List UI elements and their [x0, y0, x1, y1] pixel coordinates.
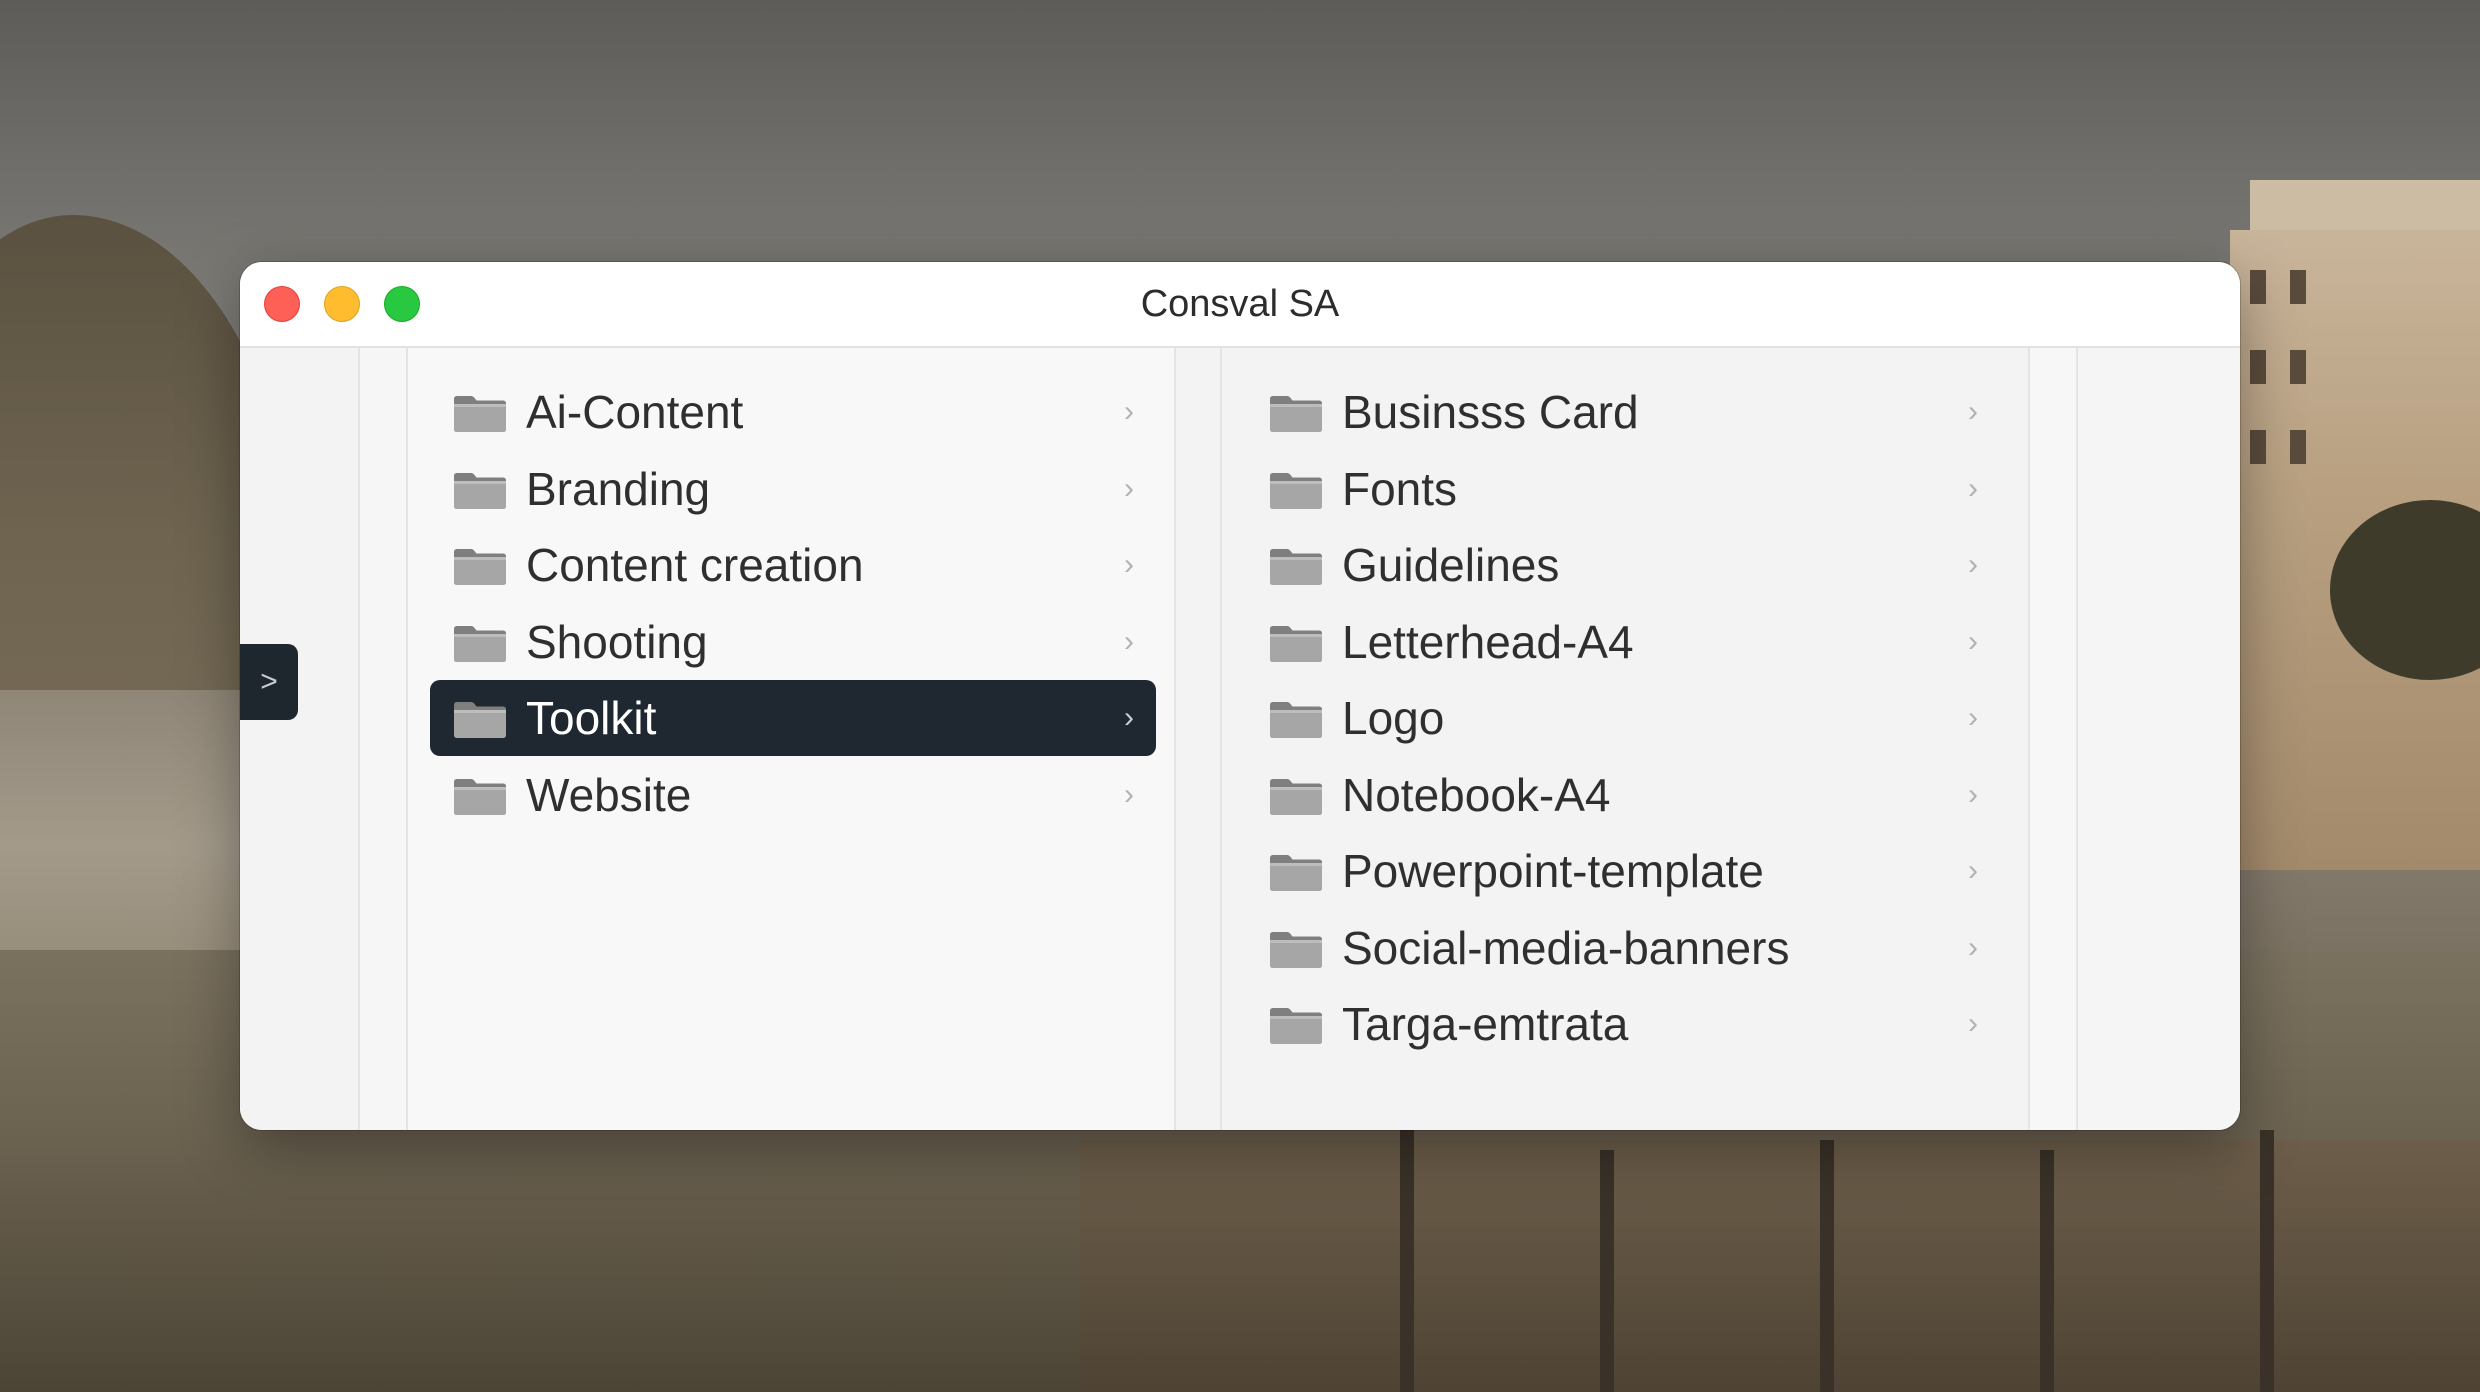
- wallpaper-pier-post: [2260, 1130, 2274, 1392]
- chevron-right-icon: ›: [1124, 777, 1134, 811]
- folder-row[interactable]: Social-media-banners ›: [1246, 910, 2000, 986]
- folder-row[interactable]: Fonts ›: [1246, 451, 2000, 527]
- folder-row[interactable]: Logo ›: [1246, 680, 2000, 756]
- wallpaper-window: [2290, 430, 2306, 464]
- chevron-right-icon: ›: [1968, 471, 1978, 505]
- empty-column: [2030, 348, 2078, 1130]
- folder-name: Logo: [1342, 692, 1445, 744]
- folder-name: Fonts: [1342, 462, 1458, 515]
- chevron-right-icon: >: [260, 665, 278, 698]
- chevron-right-icon: ›: [1124, 395, 1134, 428]
- folder-icon: [1270, 931, 1322, 968]
- folder-name: Toolkit: [526, 692, 657, 744]
- folder-name: Branding: [526, 462, 711, 515]
- wallpaper-shore: [0, 690, 260, 950]
- folder-name: Shooting: [526, 615, 708, 668]
- chevron-right-icon: ›: [1968, 1007, 1978, 1040]
- folder-column-1[interactable]: Ai-Content › Branding › Content creation › Sho…: [408, 348, 1176, 1130]
- folder-row[interactable]: Ai-Content ›: [430, 374, 1156, 450]
- folder-icon: [1270, 549, 1322, 585]
- folder-icon: [1270, 778, 1322, 815]
- sidebar-toggle-button[interactable]: >: [240, 644, 298, 720]
- wallpaper-window: [2250, 430, 2266, 464]
- folder-icon: [454, 702, 506, 738]
- wallpaper-pier-post: [1820, 1140, 1834, 1392]
- chevron-right-icon: ›: [1124, 701, 1134, 734]
- folder-name: Businsss Card: [1342, 386, 1639, 438]
- wallpaper-window: [2250, 270, 2266, 304]
- wallpaper-window: [2290, 270, 2306, 304]
- folder-name: Notebook-A4: [1342, 768, 1611, 821]
- chevron-right-icon: ›: [1968, 548, 1978, 581]
- wallpaper-window: [2290, 350, 2306, 384]
- sidebar-column: [240, 348, 360, 1130]
- folder-row[interactable]: Branding ›: [430, 451, 1156, 527]
- folder-row[interactable]: Shooting ›: [430, 604, 1156, 680]
- folder-row[interactable]: Website ›: [430, 757, 1156, 833]
- folder-row[interactable]: Guidelines ›: [1246, 527, 2000, 603]
- finder-window: Consval SA Ai-Content › Branding › Content c…: [240, 262, 2240, 1130]
- folder-icon: [454, 472, 506, 509]
- chevron-right-icon: ›: [1124, 471, 1134, 505]
- folder-icon: [454, 396, 506, 432]
- folder-name: Social-media-banners: [1342, 921, 1790, 974]
- wallpaper-pier-post: [1400, 1130, 1414, 1392]
- folder-row[interactable]: Content creation ›: [430, 527, 1156, 603]
- folder-icon: [1270, 472, 1322, 509]
- folder-icon: [1270, 625, 1322, 662]
- chevron-right-icon: ›: [1124, 624, 1134, 658]
- wallpaper-window: [2250, 350, 2266, 384]
- folder-name: Content creation: [526, 539, 864, 591]
- folder-name: Letterhead-A4: [1342, 615, 1634, 668]
- empty-column: [360, 348, 408, 1130]
- chevron-right-icon: ›: [1968, 854, 1978, 887]
- folder-icon: [454, 625, 506, 662]
- folder-column-2[interactable]: Businsss Card › Fonts › Guidelines › Letterhea…: [1222, 348, 2030, 1130]
- folder-icon: [454, 778, 506, 815]
- folder-name: Ai-Content: [526, 386, 744, 438]
- folder-row[interactable]: Notebook-A4 ›: [1246, 757, 2000, 833]
- column-browser: Ai-Content › Branding › Content creation › Sho…: [240, 348, 2240, 1130]
- chevron-right-icon: ›: [1968, 395, 1978, 428]
- folder-name: Website: [526, 768, 692, 821]
- folder-row[interactable]: Powerpoint-template ›: [1246, 833, 2000, 909]
- folder-icon: [1270, 1008, 1322, 1044]
- folder-row[interactable]: Toolkit ›: [430, 680, 1156, 756]
- folder-row[interactable]: Targa-emtrata ›: [1246, 986, 2000, 1062]
- wallpaper-pier-post: [1600, 1150, 1614, 1392]
- folder-name: Powerpoint-template: [1342, 845, 1764, 897]
- window-title: Consval SA: [1140, 283, 1340, 325]
- folder-icon: [1270, 702, 1322, 738]
- empty-column: [2078, 348, 2240, 1130]
- folder-name: Targa-emtrata: [1342, 998, 1629, 1050]
- folder-row[interactable]: Letterhead-A4 ›: [1246, 604, 2000, 680]
- chevron-right-icon: ›: [1968, 777, 1978, 811]
- chevron-right-icon: ›: [1968, 701, 1978, 734]
- chevron-right-icon: ›: [1968, 624, 1978, 658]
- chevron-right-icon: ›: [1124, 548, 1134, 581]
- wallpaper-pier-post: [2040, 1150, 2054, 1392]
- title-bar[interactable]: Consval SA: [240, 262, 2240, 348]
- folder-icon: [1270, 396, 1322, 432]
- folder-row[interactable]: Businsss Card ›: [1246, 374, 2000, 450]
- folder-icon: [1270, 855, 1322, 891]
- column-divider[interactable]: [1176, 348, 1222, 1130]
- folder-name: Guidelines: [1342, 539, 1560, 591]
- folder-icon: [454, 549, 506, 585]
- chevron-right-icon: ›: [1968, 930, 1978, 964]
